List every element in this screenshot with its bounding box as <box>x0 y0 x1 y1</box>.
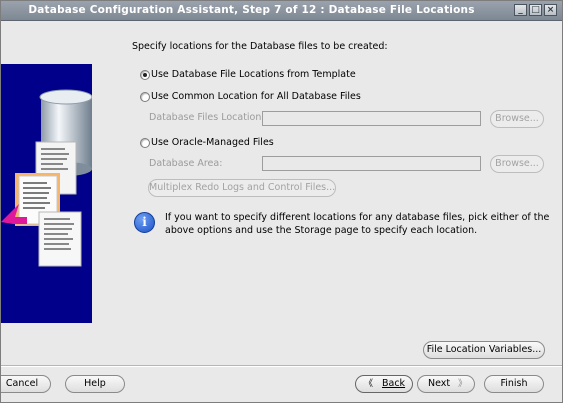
close-button[interactable]: × <box>544 4 557 16</box>
next-button[interactable]: Next 》 <box>417 375 475 393</box>
chevron-left-icon: 《 <box>364 379 374 389</box>
info-text-line-2: above options and use the Storage page t… <box>165 225 478 236</box>
radio-oracle-managed[interactable] <box>140 138 150 148</box>
database-documents-illustration <box>1 89 92 267</box>
browse-files-location-button[interactable]: Browse... <box>490 110 544 128</box>
radio-common-label[interactable]: Use Common Location for All Database Fil… <box>151 91 361 102</box>
radio-template-label[interactable]: Use Database File Locations from Templat… <box>151 69 356 80</box>
back-button-label: Back <box>382 378 406 389</box>
database-area-label: Database Area: <box>149 158 223 169</box>
radio-common-location[interactable] <box>140 92 150 102</box>
footer-separator <box>1 365 562 367</box>
info-icon: i <box>134 212 155 233</box>
next-button-label: Next <box>428 378 451 389</box>
cancel-button[interactable]: Cancel <box>1 375 51 393</box>
radio-template-locations[interactable] <box>140 70 150 80</box>
document-front-icon <box>38 211 82 267</box>
database-files-location-input[interactable] <box>262 111 481 126</box>
database-area-input[interactable] <box>262 156 481 171</box>
maximize-button[interactable]: □ <box>529 4 542 16</box>
multiplex-redo-logs-button[interactable]: Multiplex Redo Logs and Control Files... <box>148 179 336 197</box>
title-bar[interactable]: Database Configuration Assistant, Step 7… <box>1 1 562 21</box>
browse-database-area-button[interactable]: Browse... <box>490 155 544 173</box>
chevron-right-icon: 》 <box>458 379 468 389</box>
radio-oracle-managed-label[interactable]: Use Oracle-Managed Files <box>151 137 274 148</box>
dialog-window: Database Configuration Assistant, Step 7… <box>0 0 563 403</box>
back-button[interactable]: 《 Back <box>355 375 413 393</box>
window-title: Database Configuration Assistant, Step 7… <box>28 4 475 16</box>
info-text-line-1: If you want to specify different locatio… <box>165 212 550 223</box>
finish-button[interactable]: Finish <box>484 375 544 393</box>
intro-text: Specify locations for the Database files… <box>132 41 388 52</box>
help-button[interactable]: Help <box>65 375 125 393</box>
wizard-illustration <box>1 64 92 323</box>
minimize-button[interactable]: _ <box>514 4 527 16</box>
file-location-variables-button[interactable]: File Location Variables... <box>423 341 545 359</box>
database-files-location-label: Database Files Location: <box>149 112 265 123</box>
